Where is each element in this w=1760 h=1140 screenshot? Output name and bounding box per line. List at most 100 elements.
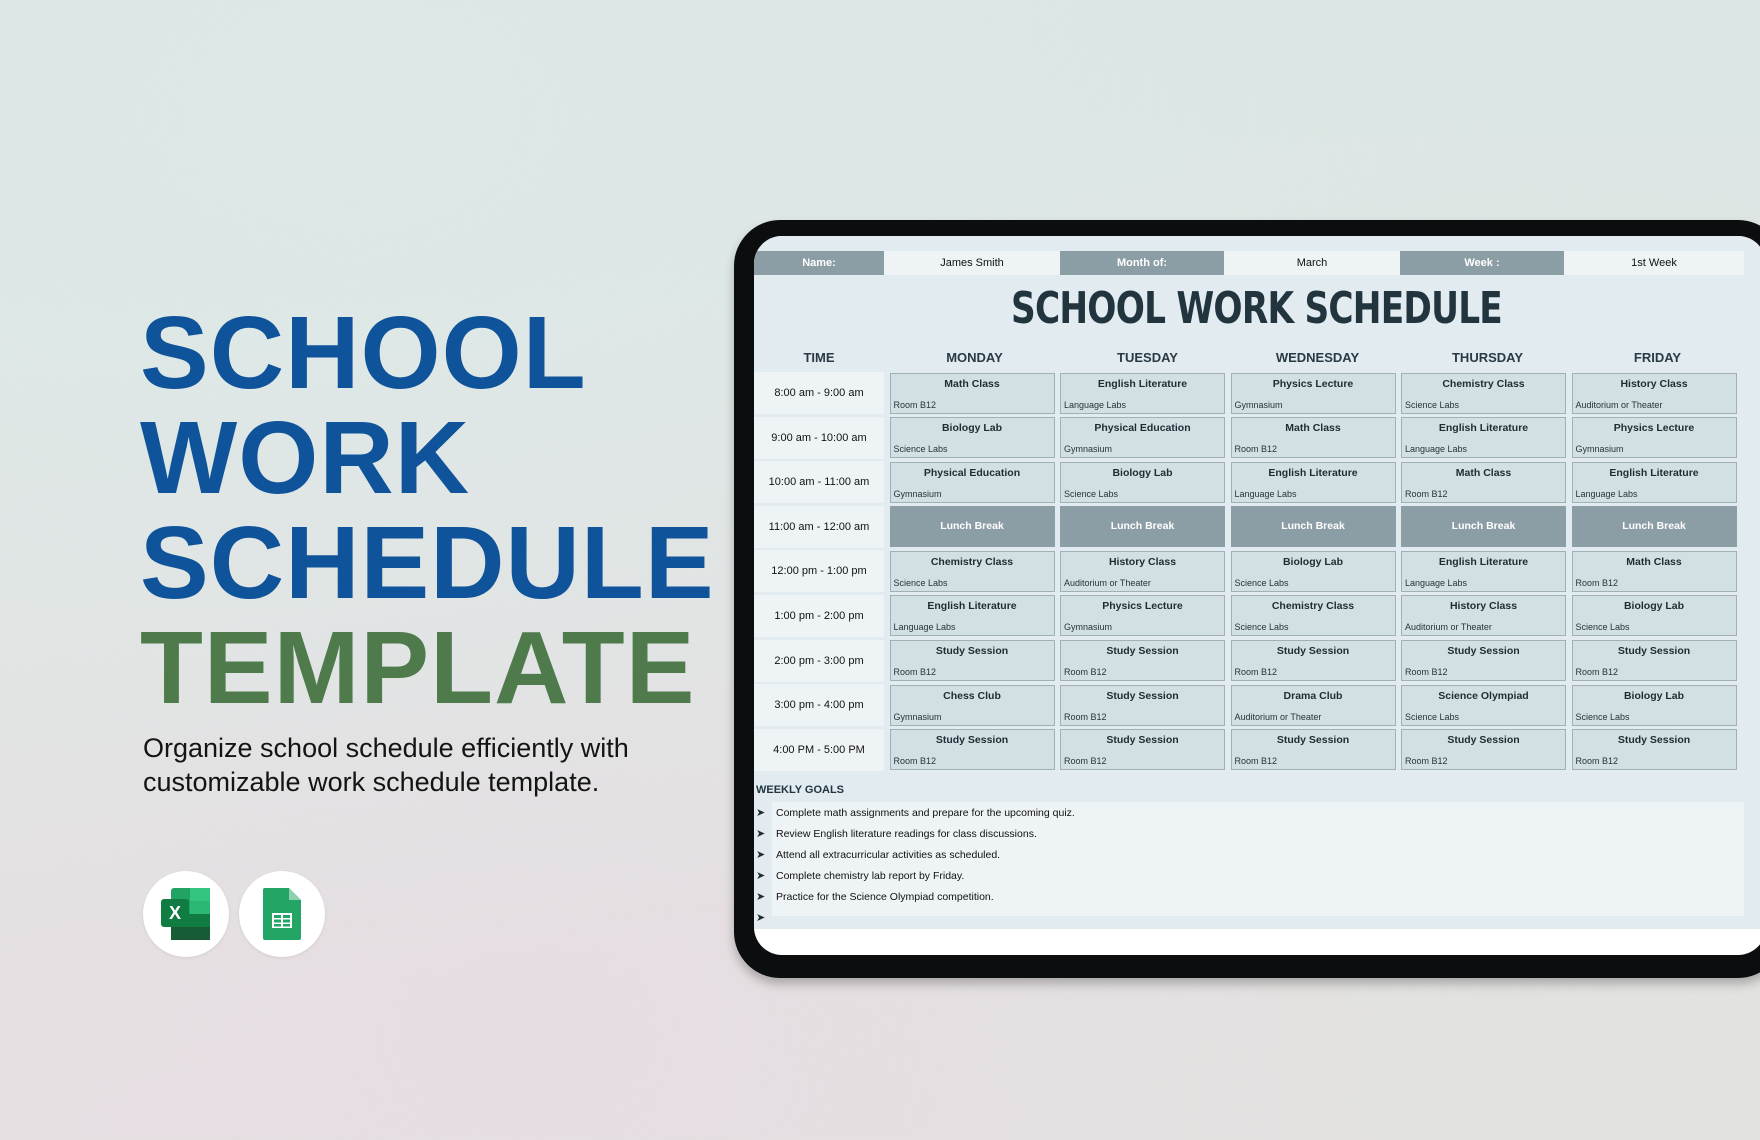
hero-title-line-1: SCHOOL [140, 295, 587, 410]
class-room: Gymnasium [1064, 444, 1113, 455]
schedule-row: 2:00 pm - 3:00 pm Study Session Room B12 St… [754, 639, 1737, 684]
time-slot-cell[interactable]: 12:00 pm - 1:00 pm [754, 550, 884, 593]
excel-icon[interactable]: X [143, 871, 229, 957]
lunch-break-cell[interactable]: Lunch Break [1230, 506, 1396, 548]
lunch-break-cell[interactable]: Lunch Break [1060, 506, 1225, 548]
class-cell[interactable]: Math Class Room B12 [1571, 550, 1737, 592]
class-subject: Physics Lecture [1272, 377, 1354, 390]
lunch-break-cell[interactable]: Lunch Break [1401, 506, 1566, 548]
weekly-goal-item[interactable]: ➤ Practice for the Science Olympiad compe… [756, 886, 1075, 907]
class-cell[interactable]: Study Session Room B12 [889, 729, 1055, 771]
class-cell[interactable]: Study Session Room B12 [1401, 640, 1566, 682]
class-room: Gymnasium [1234, 399, 1283, 410]
class-cell[interactable]: Study Session Room B12 [1230, 640, 1396, 682]
class-cell[interactable]: Study Session Room B12 [1060, 684, 1225, 726]
class-cell[interactable]: Math Class Room B12 [1230, 417, 1396, 459]
time-slot-cell[interactable]: 3:00 pm - 4:00 pm [754, 684, 884, 727]
class-cell[interactable]: English Literature Language Labs [889, 595, 1055, 637]
class-cell[interactable]: Biology Lab Science Labs [1571, 684, 1737, 726]
time-slot-cell[interactable]: 2:00 pm - 3:00 pm [754, 639, 884, 682]
class-room: Gymnasium [893, 711, 942, 722]
class-cell[interactable]: Math Class Room B12 [889, 372, 1055, 414]
class-cell[interactable]: Study Session Room B12 [889, 640, 1055, 682]
class-room: Room B12 [893, 399, 937, 410]
class-cell[interactable]: Physics Lecture Gymnasium [1060, 595, 1225, 637]
class-room: Room B12 [1234, 444, 1278, 455]
class-cell[interactable]: Physics Lecture Gymnasium [1230, 372, 1396, 414]
class-room: Auditorium or Theater [1064, 577, 1151, 588]
time-slot-cell[interactable]: 11:00 am - 12:00 am [754, 505, 884, 548]
weekly-goal-item[interactable]: ➤ [756, 907, 1075, 928]
class-subject: Study Session [1106, 734, 1179, 747]
class-cell[interactable]: Physical Education Gymnasium [1060, 417, 1225, 459]
class-cell[interactable]: English Literature Language Labs [1401, 550, 1566, 592]
class-cell[interactable]: Study Session Room B12 [1060, 640, 1225, 682]
class-room: Room B12 [893, 756, 937, 767]
schedule-row: 10:00 am - 11:00 am Physical Education Gym… [754, 460, 1737, 505]
weekly-goals-label: WEEKLY GOALS [756, 784, 845, 796]
class-subject: History Class [1620, 377, 1688, 390]
lunch-break-cell[interactable]: Lunch Break [889, 506, 1055, 548]
class-subject: Study Session [1276, 645, 1350, 658]
lunch-break-cell[interactable]: Lunch Break [1571, 506, 1737, 548]
class-room: Science Labs [1405, 711, 1460, 722]
weekly-goal-item[interactable]: ➤ Complete math assignments and prepare … [756, 802, 1075, 823]
class-subject: Math Class [1285, 422, 1341, 435]
schedule-row: 9:00 am - 10:00 am Biology Lab Science Lab… [754, 416, 1737, 461]
class-cell[interactable]: Biology Lab Science Labs [1571, 595, 1737, 637]
month-field[interactable]: March [1224, 251, 1400, 275]
class-room: Room B12 [893, 667, 937, 678]
class-cell[interactable]: Study Session Room B12 [1230, 729, 1396, 771]
class-subject: Lunch Break [1622, 520, 1686, 533]
class-cell[interactable]: Drama Club Auditorium or Theater [1230, 684, 1396, 726]
class-room: Room B12 [1064, 711, 1107, 722]
schedule-row: 4:00 PM - 5:00 PM Study Session Room B12 St… [754, 728, 1737, 773]
class-cell[interactable]: Study Session Room B12 [1401, 729, 1566, 771]
class-cell[interactable]: Chemistry Class Science Labs [1230, 595, 1396, 637]
class-cell[interactable]: Math Class Room B12 [1401, 461, 1566, 503]
class-cell[interactable]: Study Session Room B12 [1571, 640, 1737, 682]
class-subject: History Class [1449, 600, 1518, 613]
time-slot-cell[interactable]: 9:00 am - 10:00 am [754, 416, 884, 459]
class-cell[interactable]: English Literature Language Labs [1401, 417, 1566, 459]
class-subject: Study Session [1106, 689, 1179, 702]
class-cell[interactable]: Biology Lab Science Labs [1230, 550, 1396, 592]
class-subject: Chemistry Class [1271, 600, 1355, 613]
tablet-device: Name: James Smith Month of: March Week :… [734, 220, 1760, 978]
class-room: Science Labs [1064, 488, 1119, 499]
week-field[interactable]: 1st Week [1564, 251, 1744, 275]
class-cell[interactable]: Biology Lab Science Labs [1060, 461, 1225, 503]
class-cell[interactable]: Physics Lecture Gymnasium [1571, 417, 1737, 459]
weekly-goal-item[interactable]: ➤ Attend all extracurricular activities a… [756, 844, 1075, 865]
class-cell[interactable]: Study Session Room B12 [1571, 729, 1737, 771]
class-cell[interactable]: History Class Auditorium or Theater [1060, 550, 1225, 592]
class-cell[interactable]: Study Session Room B12 [1060, 729, 1225, 771]
weekly-goal-item[interactable]: ➤ Complete chemistry lab report by Friday… [756, 865, 1075, 886]
class-room: Room B12 [1575, 577, 1619, 588]
class-subject: English Literature [1097, 377, 1188, 390]
class-room: Science Labs [1234, 622, 1289, 633]
class-cell[interactable]: Chess Club Gymnasium [889, 684, 1055, 726]
class-cell[interactable]: Chemistry Class Science Labs [1401, 372, 1566, 414]
class-cell[interactable]: English Literature Language Labs [1060, 372, 1225, 414]
name-field[interactable]: James Smith [884, 251, 1060, 275]
class-cell[interactable]: Physical Education Gymnasium [889, 461, 1055, 503]
class-cell[interactable]: Chemistry Class Science Labs [889, 550, 1055, 592]
tablet-screen: Name: James Smith Month of: March Week :… [754, 236, 1760, 955]
class-cell[interactable]: History Class Auditorium or Theater [1571, 372, 1737, 414]
info-bar: Name: James Smith Month of: March Week :… [754, 251, 1744, 275]
class-subject: Study Session [935, 645, 1009, 658]
time-slot-cell[interactable]: 10:00 am - 11:00 am [754, 461, 884, 504]
class-cell[interactable]: Biology Lab Science Labs [889, 417, 1055, 459]
hero-subtitle-line-2: customizable work schedule template. [143, 767, 600, 797]
arrow-bullet-icon: ➤ [756, 807, 766, 819]
weekly-goal-item[interactable]: ➤ Review English literature readings for … [756, 823, 1075, 844]
class-cell[interactable]: History Class Auditorium or Theater [1401, 595, 1566, 637]
google-sheets-icon[interactable] [239, 871, 325, 957]
time-slot-cell[interactable]: 8:00 am - 9:00 am [754, 372, 884, 414]
time-slot-cell[interactable]: 1:00 pm - 2:00 pm [754, 594, 884, 637]
class-cell[interactable]: English Literature Language Labs [1571, 461, 1737, 503]
time-slot-cell[interactable]: 4:00 PM - 5:00 PM [754, 728, 884, 771]
class-cell[interactable]: Science Olympiad Science Labs [1401, 684, 1566, 726]
class-cell[interactable]: English Literature Language Labs [1230, 461, 1396, 503]
